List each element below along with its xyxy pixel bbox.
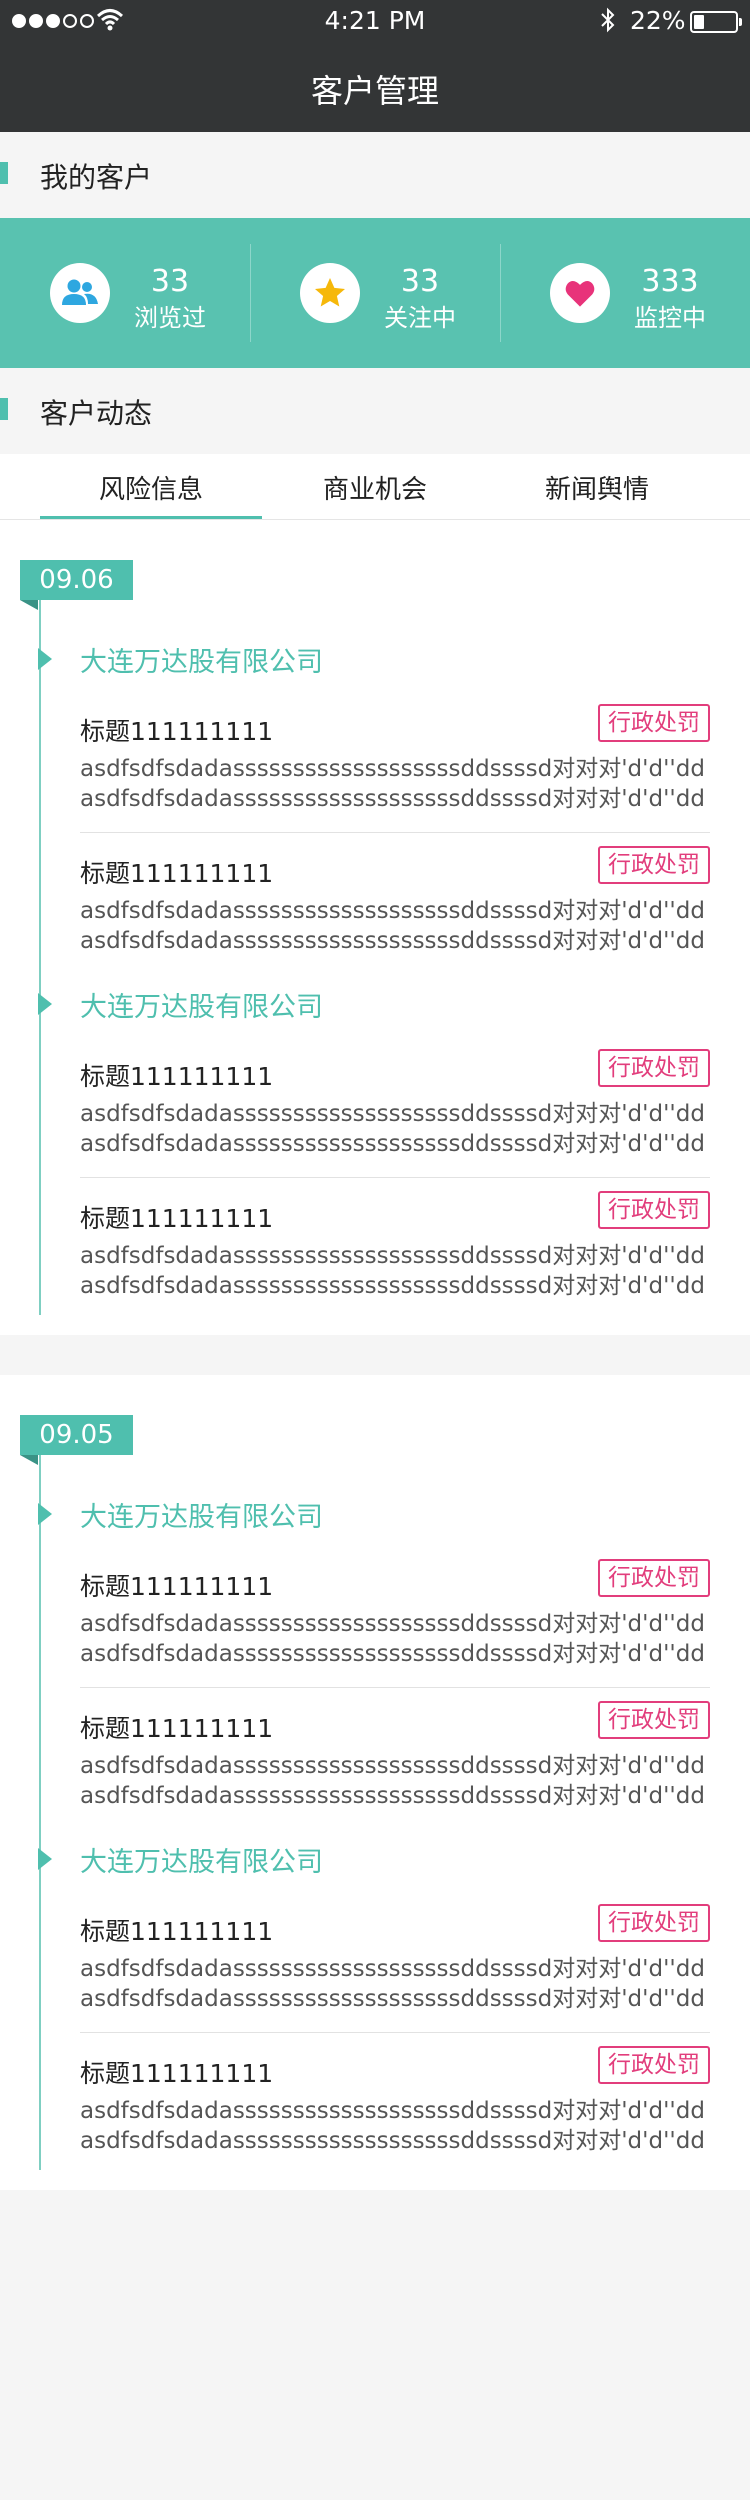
item-description: asdfsdfsdadasssssssssssssssssssddssssd对对… <box>80 756 705 812</box>
list-item[interactable]: 标题111111111 行政处罚 asdfsdfsdadasssssssssss… <box>80 1904 710 2046</box>
company-name[interactable]: 大连万达股有限公司 <box>80 1495 323 1534</box>
item-description: asdfsdfsdadasssssssssssssssssssddssssd对对… <box>80 898 705 954</box>
timeline-marker <box>38 993 52 1015</box>
timeline-marker <box>38 1848 52 1870</box>
category-tag: 行政处罚 <box>598 1191 710 1229</box>
battery-icon <box>690 11 742 33</box>
status-bar: 4:21 PM 22% <box>0 0 750 44</box>
stat-monitoring[interactable]: 333 监控中 <box>500 218 750 368</box>
company-name[interactable]: 大连万达股有限公司 <box>80 985 323 1024</box>
list-item[interactable]: 标题111111111 行政处罚 asdfsdfsdadasssssssssss… <box>80 1191 710 1333</box>
item-title: 标题111111111 <box>80 1714 274 1743</box>
timeline-line <box>39 1455 41 2170</box>
stat-count: 33 <box>150 264 190 299</box>
item-description: asdfsdfsdadasssssssssssssssssssddssssd对对… <box>80 1243 705 1299</box>
timeline-line <box>39 600 41 1315</box>
star-icon <box>300 263 360 323</box>
date-badge: 09.06 <box>20 560 133 600</box>
stat-count: 333 <box>641 264 699 299</box>
item-description: asdfsdfsdadasssssssssssssssssssddssssd对对… <box>80 1956 705 2012</box>
section-accent-bar <box>0 162 8 184</box>
item-description: asdfsdfsdadasssssssssssssssssssddssssd对对… <box>80 1611 705 1667</box>
divider <box>80 1177 710 1178</box>
section-accent-bar <box>0 398 8 420</box>
stat-label: 关注中 <box>384 304 456 332</box>
item-title: 标题111111111 <box>80 1062 274 1091</box>
category-tag: 行政处罚 <box>598 2046 710 2084</box>
stat-following[interactable]: 33 关注中 <box>250 218 500 368</box>
item-description: asdfsdfsdadasssssssssssssssssssddssssd对对… <box>80 1101 705 1157</box>
company-name[interactable]: 大连万达股有限公司 <box>80 1840 323 1879</box>
item-title: 标题111111111 <box>80 717 274 746</box>
category-tag: 行政处罚 <box>598 704 710 742</box>
list-item[interactable]: 标题111111111 行政处罚 asdfsdfsdadasssssssssss… <box>80 1701 710 1843</box>
company-name[interactable]: 大连万达股有限公司 <box>80 640 323 679</box>
item-title: 标题111111111 <box>80 2059 274 2088</box>
category-tag: 行政处罚 <box>598 846 710 884</box>
tab-business[interactable]: 商业机会 <box>265 469 485 506</box>
bluetooth-icon <box>598 6 618 40</box>
timeline-marker <box>38 1503 52 1525</box>
page-title: 客户管理 <box>310 72 439 110</box>
item-title: 标题111111111 <box>80 1204 274 1233</box>
item-title: 标题111111111 <box>80 859 274 888</box>
stat-label: 监控中 <box>634 304 706 332</box>
tab-news[interactable]: 新闻舆情 <box>487 469 707 506</box>
list-item[interactable]: 标题111111111 行政处罚 asdfsdfsdadasssssssssss… <box>80 1049 710 1191</box>
date-badge: 09.05 <box>20 1415 133 1455</box>
heart-icon <box>550 263 610 323</box>
list-item[interactable]: 标题111111111 行政处罚 asdfsdfsdadasssssssssss… <box>80 846 710 988</box>
dynamics-tabs: 风险信息 商业机会 新闻舆情 <box>0 454 750 520</box>
stat-count: 33 <box>400 264 440 299</box>
stat-browsed[interactable]: 33 浏览过 <box>0 218 250 368</box>
section-title: 我的客户 <box>40 161 153 194</box>
date-badge-fold <box>20 600 38 610</box>
section-title: 客户动态 <box>40 397 153 430</box>
list-item[interactable]: 标题111111111 行政处罚 asdfsdfsdadasssssssssss… <box>80 2046 710 2188</box>
category-tag: 行政处罚 <box>598 1049 710 1087</box>
battery-percent: 22% <box>630 6 686 35</box>
category-tag: 行政处罚 <box>598 1701 710 1739</box>
top-bar: 4:21 PM 22% 客户管理 <box>0 0 750 132</box>
divider <box>80 2032 710 2033</box>
item-description: asdfsdfsdadasssssssssssssssssssddssssd对对… <box>80 2098 705 2154</box>
timeline-marker <box>38 648 52 670</box>
timeline-day: 09.06 大连万达股有限公司 标题111111111 行政处罚 asdfsdf… <box>0 520 750 1335</box>
users-icon <box>50 263 110 323</box>
stat-label: 浏览过 <box>134 304 206 332</box>
category-tag: 行政处罚 <box>598 1559 710 1597</box>
timeline-day: 09.05 大连万达股有限公司 标题111111111 行政处罚 asdfsdf… <box>0 1375 750 2190</box>
item-description: asdfsdfsdadasssssssssssssssssssddssssd对对… <box>80 1753 705 1809</box>
list-item[interactable]: 标题111111111 行政处罚 asdfsdfsdadasssssssssss… <box>80 1559 710 1701</box>
category-tag: 行政处罚 <box>598 1904 710 1942</box>
list-item[interactable]: 标题111111111 行政处罚 asdfsdfsdadasssssssssss… <box>80 704 710 846</box>
tab-risk[interactable]: 风险信息 <box>41 469 261 506</box>
section-dynamics: 客户动态 <box>0 368 750 454</box>
active-tab-indicator <box>40 516 262 519</box>
divider <box>80 832 710 833</box>
customer-stats: 33 浏览过 33 关注中 333 监控中 <box>0 218 750 368</box>
section-my-customers: 我的客户 <box>0 132 750 218</box>
item-title: 标题111111111 <box>80 1917 274 1946</box>
item-title: 标题111111111 <box>80 1572 274 1601</box>
date-badge-fold <box>20 1455 38 1465</box>
divider <box>80 1687 710 1688</box>
